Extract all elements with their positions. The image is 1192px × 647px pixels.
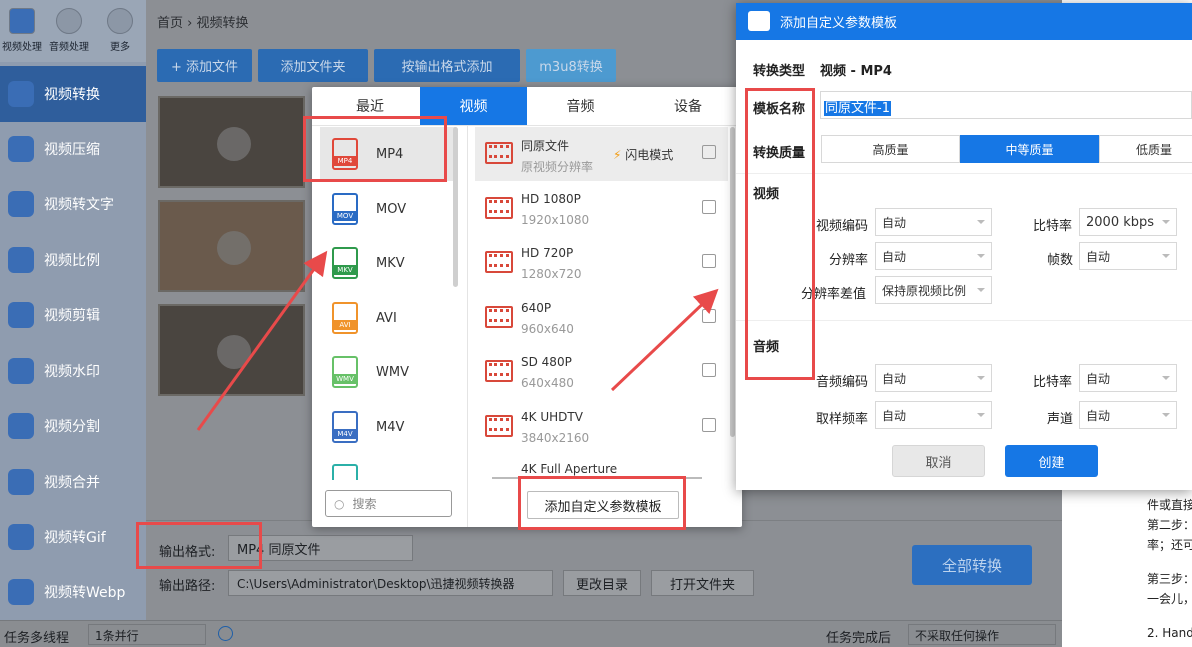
arrow-to-format-list	[196, 250, 328, 431]
annotation-arrows	[196, 250, 719, 431]
arrow-to-dialog	[610, 288, 719, 392]
